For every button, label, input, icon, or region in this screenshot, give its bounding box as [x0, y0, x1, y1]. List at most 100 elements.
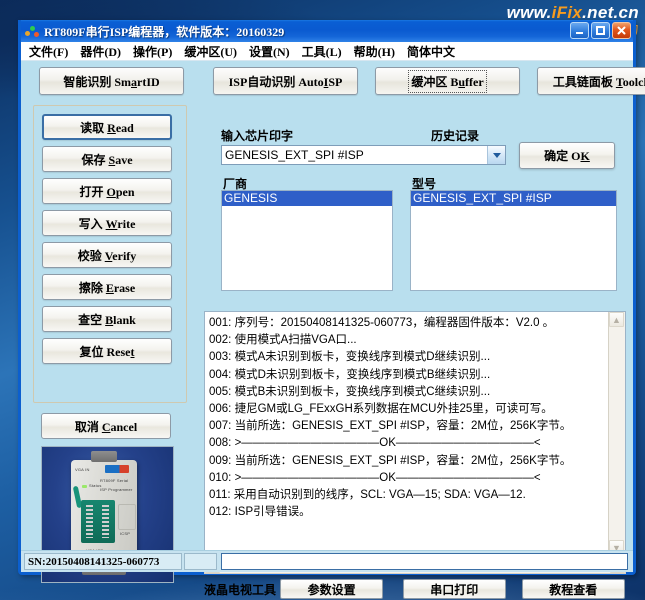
tutorial-view-button[interactable]: 教程查看 [521, 579, 625, 599]
log-line: 006: 捷尼GM或LG_FExxGH系列数据在MCU外挂25里，可读可写。 [209, 403, 553, 416]
blank-label: 查空 [78, 312, 106, 327]
toolbar: 智能识别 SmartID ISP自动识别 AutoISP 缓冲区 Buffer … [27, 67, 645, 99]
log-line: 007: 当前所选：GENESIS_EXT_SPI #ISP，容量：2M位，25… [209, 420, 572, 433]
chip-input-label: 输入芯片印字 [221, 129, 294, 143]
ok-button[interactable]: 确定 OK [519, 142, 615, 169]
read-label-post: ead [115, 120, 134, 135]
menu-bar: 文件(F) 器件(D) 操作(P) 缓冲区(U) 设置(N) 工具(L) 帮助(… [21, 42, 633, 61]
erase-button[interactable]: 擦除 Erase [42, 274, 172, 300]
write-button[interactable]: 写入 Write [42, 210, 172, 236]
log-line: 010: >————————————OK————————————< [209, 471, 541, 484]
toolbar-autoisp-label: ISP自动识别 Auto [228, 74, 324, 89]
cancel-button[interactable]: 取消 Cancel [41, 413, 171, 439]
log-vertical-scrollbar[interactable]: ▲ ▼ [608, 312, 625, 555]
minimize-icon[interactable] [570, 22, 589, 39]
menu-item-file[interactable]: 文件(F) [29, 43, 68, 60]
log-lines: 001: 序列号：20150408141325-060773，编程器固件版本：V… [205, 312, 608, 555]
blank-button[interactable]: 查空 Blank [42, 306, 172, 332]
read-label: 读取 [80, 120, 108, 135]
save-button[interactable]: 保存 Save [42, 146, 172, 172]
ok-label: 确定 O [544, 149, 581, 163]
erase-label: 擦除 [78, 280, 106, 295]
vga-in-connector [91, 451, 117, 462]
verify-label: 校验 [77, 248, 105, 263]
title-bar[interactable]: RT809F串行ISP编程器，软件版本：20160329 [21, 20, 633, 42]
toolbar-button-autoisp[interactable]: ISP自动识别 AutoISP [213, 67, 358, 95]
photo-label-vga-in: VGA IN [75, 467, 90, 472]
operation-button-group: 读取 Read 保存 Save 打开 Open 写入 Write 校验 Veri… [33, 105, 187, 403]
menu-item-settings[interactable]: 设置(N) [249, 43, 290, 60]
vendor-list-item[interactable]: GENESIS [222, 191, 392, 206]
erase-label-post: rase [113, 280, 136, 295]
reset-button[interactable]: 复位 Reset [42, 338, 172, 364]
open-mnemonic: O [106, 184, 116, 199]
write-label: 写入 [78, 216, 106, 231]
chip-input-field[interactable] [222, 147, 487, 163]
model-listbox[interactable]: GENESIS_EXT_SPI #ISP [410, 190, 617, 291]
toolbar-smartid-label: 智能识别 Sm [63, 74, 131, 89]
toolbar-button-smartid[interactable]: 智能识别 SmartID [39, 67, 184, 95]
log-line: 001: 序列号：20150408141325-060773，编程器固件版本：V… [209, 317, 555, 329]
menu-item-operation[interactable]: 操作(P) [133, 43, 172, 60]
open-label: 打开 [79, 184, 107, 199]
photo-label-icsp: ICSP [120, 531, 131, 536]
menu-item-tools[interactable]: 工具(L) [302, 43, 342, 60]
erase-mnemonic: E [105, 280, 114, 295]
lcd-tools-bar: 液晶电视工具 参数设置 串口打印 教程查看 [204, 577, 625, 600]
verify-label-post: erify [112, 248, 137, 263]
close-icon[interactable] [612, 22, 631, 39]
client-area: 智能识别 SmartID ISP自动识别 AutoISP 缓冲区 Buffer … [21, 61, 645, 599]
vendor-listbox[interactable]: GENESIS [221, 190, 393, 291]
verify-button[interactable]: 校验 Verify [42, 242, 172, 268]
log-output[interactable]: 001: 序列号：20150408141325-060773，编程器固件版本：V… [204, 311, 626, 556]
log-line: 012: ISP引导错误。 [209, 506, 311, 519]
save-label-post: ave [115, 152, 133, 167]
chip-input-combobox[interactable] [221, 145, 506, 165]
status-serial-number: SN:20150408141325-060773 [24, 553, 182, 570]
serial-print-button[interactable]: 串口打印 [402, 579, 506, 599]
chevron-down-icon[interactable] [487, 146, 505, 164]
cancel-label-post: ancel [110, 419, 138, 434]
status-bar: SN:20150408141325-060773 [21, 550, 633, 572]
menu-item-device[interactable]: 器件(D) [80, 43, 121, 60]
window-controls [570, 22, 631, 39]
maximize-icon[interactable] [591, 22, 610, 39]
log-line: 003: 模式A未识别到板卡，变换线序到模式D继续识别... [209, 351, 491, 364]
toolbar-button-toolchain[interactable]: 工具链面板 Toolchain [537, 67, 645, 95]
brand-logo-icon [105, 465, 129, 473]
photo-label-model2: ISP Programmer [100, 487, 133, 492]
photo-label-model1: RT809F Serial [100, 478, 129, 483]
log-line: 004: 模式D未识别到板卡，变换线序到模式B继续识别... [209, 368, 491, 381]
scroll-up-icon[interactable]: ▲ [609, 312, 624, 327]
cancel-label: 取消 [74, 419, 102, 434]
log-line: 011: 采用自动识别到的线序，SCL: VGA—15; SDA: VGA—12… [209, 489, 526, 502]
menu-item-language[interactable]: 简体中文 [407, 43, 455, 60]
toolbar-autoisp-label-post: SP [328, 74, 343, 89]
toolbar-buffer-label-post: ffer [465, 74, 484, 89]
ok-mnemonic: K [580, 149, 590, 163]
parameter-settings-button[interactable]: 参数设置 [280, 579, 384, 599]
app-window: RT809F串行ISP编程器，软件版本：20160329 文件(F) 器件(D)… [18, 20, 645, 599]
toolbar-toolchain-label: 工具链面板 [552, 74, 616, 89]
lcd-tools-label: 液晶电视工具 [204, 582, 277, 597]
log-line: 002: 使用模式A扫描VGA口... [209, 334, 357, 347]
log-line: 005: 模式B未识别到板卡，变换线序到模式C继续识别... [209, 385, 491, 398]
toolbar-toolchain-label-post: oolchain [622, 74, 645, 89]
menu-item-buffer[interactable]: 缓冲区(U) [184, 43, 237, 60]
status-led-icon [82, 485, 87, 488]
write-label-post: rite [117, 216, 136, 231]
read-button[interactable]: 读取 Read [42, 114, 172, 140]
toolbar-smartid-label-post: rtID [137, 74, 160, 89]
icsp-socket [118, 504, 136, 530]
read-mnemonic: R [107, 120, 116, 135]
status-command-input[interactable] [221, 553, 628, 570]
open-button[interactable]: 打开 Open [42, 178, 172, 204]
model-list-item[interactable]: GENESIS_EXT_SPI #ISP [411, 191, 616, 206]
toolbar-buffer-label: 缓冲区 B [411, 74, 459, 89]
blank-mnemonic: B [105, 312, 114, 327]
reset-mnemonic: t [130, 344, 135, 359]
write-mnemonic: W [105, 216, 118, 231]
menu-item-help[interactable]: 帮助(H) [354, 43, 395, 60]
app-logo-icon [25, 24, 39, 38]
toolbar-button-buffer[interactable]: 缓冲区 Buffer [375, 67, 520, 95]
